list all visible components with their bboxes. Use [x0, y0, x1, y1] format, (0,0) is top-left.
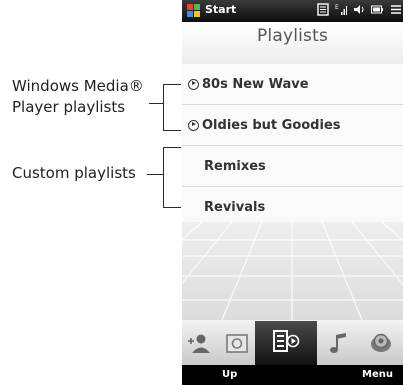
notification-icon[interactable] — [317, 3, 329, 16]
custom-bracket-bottom — [163, 207, 181, 208]
wmp-label-line1: Windows Media® — [12, 77, 144, 95]
playlist-item[interactable]: 80s New Wave — [182, 64, 403, 105]
custom-bracket-top — [163, 147, 181, 148]
status-bar: Start E — [182, 0, 403, 22]
playlist-item[interactable]: Oldies but Goodies — [182, 105, 403, 146]
custom-playlists-label: Custom playlists — [12, 164, 136, 182]
status-icons: E — [317, 3, 401, 16]
volume-icon[interactable] — [353, 3, 365, 16]
wmp-playlists-label: Windows Media® Player playlists — [12, 76, 144, 118]
playlists-icon[interactable] — [271, 327, 301, 355]
softkey-up[interactable]: Up — [222, 369, 237, 380]
playlist-list: 80s New Wave Oldies but Goodies Remixes … — [182, 64, 403, 228]
battery-icon[interactable] — [371, 3, 383, 16]
svg-text:E: E — [335, 4, 339, 11]
wmp-connector — [149, 103, 163, 104]
start-label[interactable]: Start — [205, 3, 236, 16]
wmp-bracket — [163, 84, 164, 130]
wmp-label-line2: Player playlists — [12, 98, 126, 116]
playlist-item[interactable]: Remixes — [182, 146, 403, 187]
play-icon — [188, 119, 199, 131]
photo-icon[interactable] — [222, 329, 252, 357]
play-icon — [188, 78, 199, 90]
page-title: Playlists — [256, 26, 329, 46]
custom-connector — [147, 174, 163, 175]
floor-background — [182, 222, 403, 320]
music-note-icon[interactable] — [324, 329, 354, 357]
phone-screen: Start E Playlists 80s New Wave Oldies bu… — [182, 0, 403, 385]
signal-icon[interactable]: E — [335, 3, 347, 16]
tab-bar — [182, 321, 403, 365]
windows-start-icon[interactable] — [187, 4, 200, 17]
globe-icon[interactable] — [366, 329, 396, 357]
page-header: Playlists — [182, 22, 403, 64]
playlist-name: Revivals — [204, 199, 266, 215]
softkey-menu[interactable]: Menu — [362, 369, 393, 380]
wmp-bracket-top — [163, 84, 181, 85]
more-icon[interactable] — [389, 3, 401, 16]
wmp-bracket-bottom — [163, 130, 181, 131]
people-icon[interactable] — [188, 329, 218, 357]
playlist-name: Oldies but Goodies — [202, 117, 341, 133]
custom-bracket — [163, 147, 164, 207]
playlist-name: 80s New Wave — [202, 76, 309, 92]
softkey-bar: Up Menu — [182, 365, 403, 385]
playlist-name: Remixes — [204, 158, 266, 174]
